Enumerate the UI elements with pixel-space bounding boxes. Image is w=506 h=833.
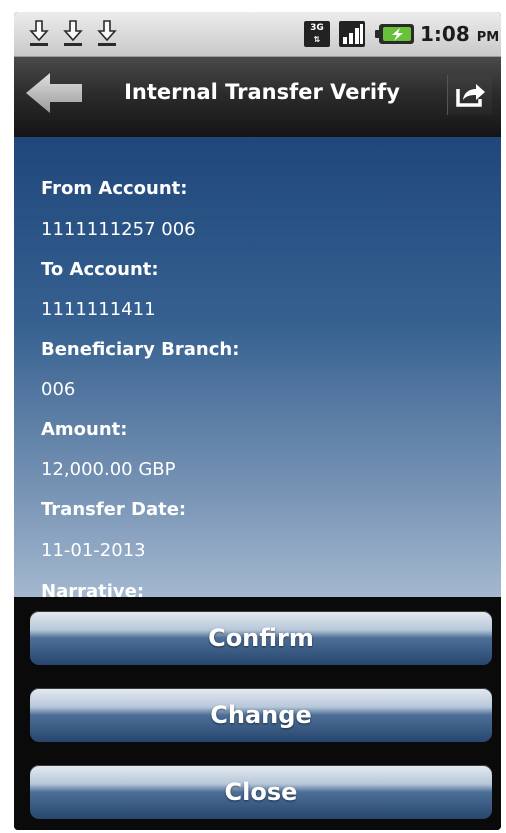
- to-account-label: To Account:: [41, 259, 159, 280]
- transfer-date-label: Transfer Date:: [41, 499, 187, 520]
- phone-screen: 3G ⇅ 1:08 PM Internal Transfer Verify Fr…: [14, 12, 501, 830]
- status-time-value: 1:08: [420, 22, 470, 46]
- confirm-button[interactable]: Confirm: [30, 611, 492, 665]
- amount-value: 12,000.00 GBP: [41, 459, 176, 480]
- amount-label: Amount:: [41, 419, 128, 440]
- page-title: Internal Transfer Verify: [124, 80, 400, 104]
- from-account-value: 1111111257 006: [41, 219, 196, 240]
- transfer-details: From Account: 1111111257 006 To Account:…: [14, 137, 501, 597]
- action-buttons: Confirm Change Close: [14, 597, 501, 830]
- transfer-date-value: 11-01-2013: [41, 540, 146, 561]
- narrative-label: Narrative:: [41, 581, 145, 597]
- download-icon: [29, 20, 49, 46]
- status-bar: 3G ⇅ 1:08 PM: [14, 12, 501, 57]
- from-account-label: From Account:: [41, 178, 188, 199]
- download-icon: [63, 20, 83, 46]
- to-account-value: 1111111411: [41, 299, 156, 320]
- status-ampm: PM: [476, 30, 500, 45]
- 3g-icon: 3G ⇅: [304, 21, 330, 47]
- back-arrow-icon[interactable]: [24, 71, 86, 115]
- close-button[interactable]: Close: [30, 765, 492, 819]
- status-time: 1:08 PM: [420, 20, 499, 48]
- change-button[interactable]: Change: [30, 688, 492, 742]
- title-bar: Internal Transfer Verify: [14, 57, 501, 137]
- share-button[interactable]: [447, 75, 492, 115]
- beneficiary-branch-label: Beneficiary Branch:: [41, 339, 240, 360]
- signal-icon: [339, 21, 365, 47]
- network-type-label: 3G: [310, 23, 324, 33]
- share-icon: [456, 84, 485, 107]
- battery-icon: [375, 24, 414, 44]
- beneficiary-branch-value: 006: [41, 379, 76, 400]
- download-icon: [97, 20, 117, 46]
